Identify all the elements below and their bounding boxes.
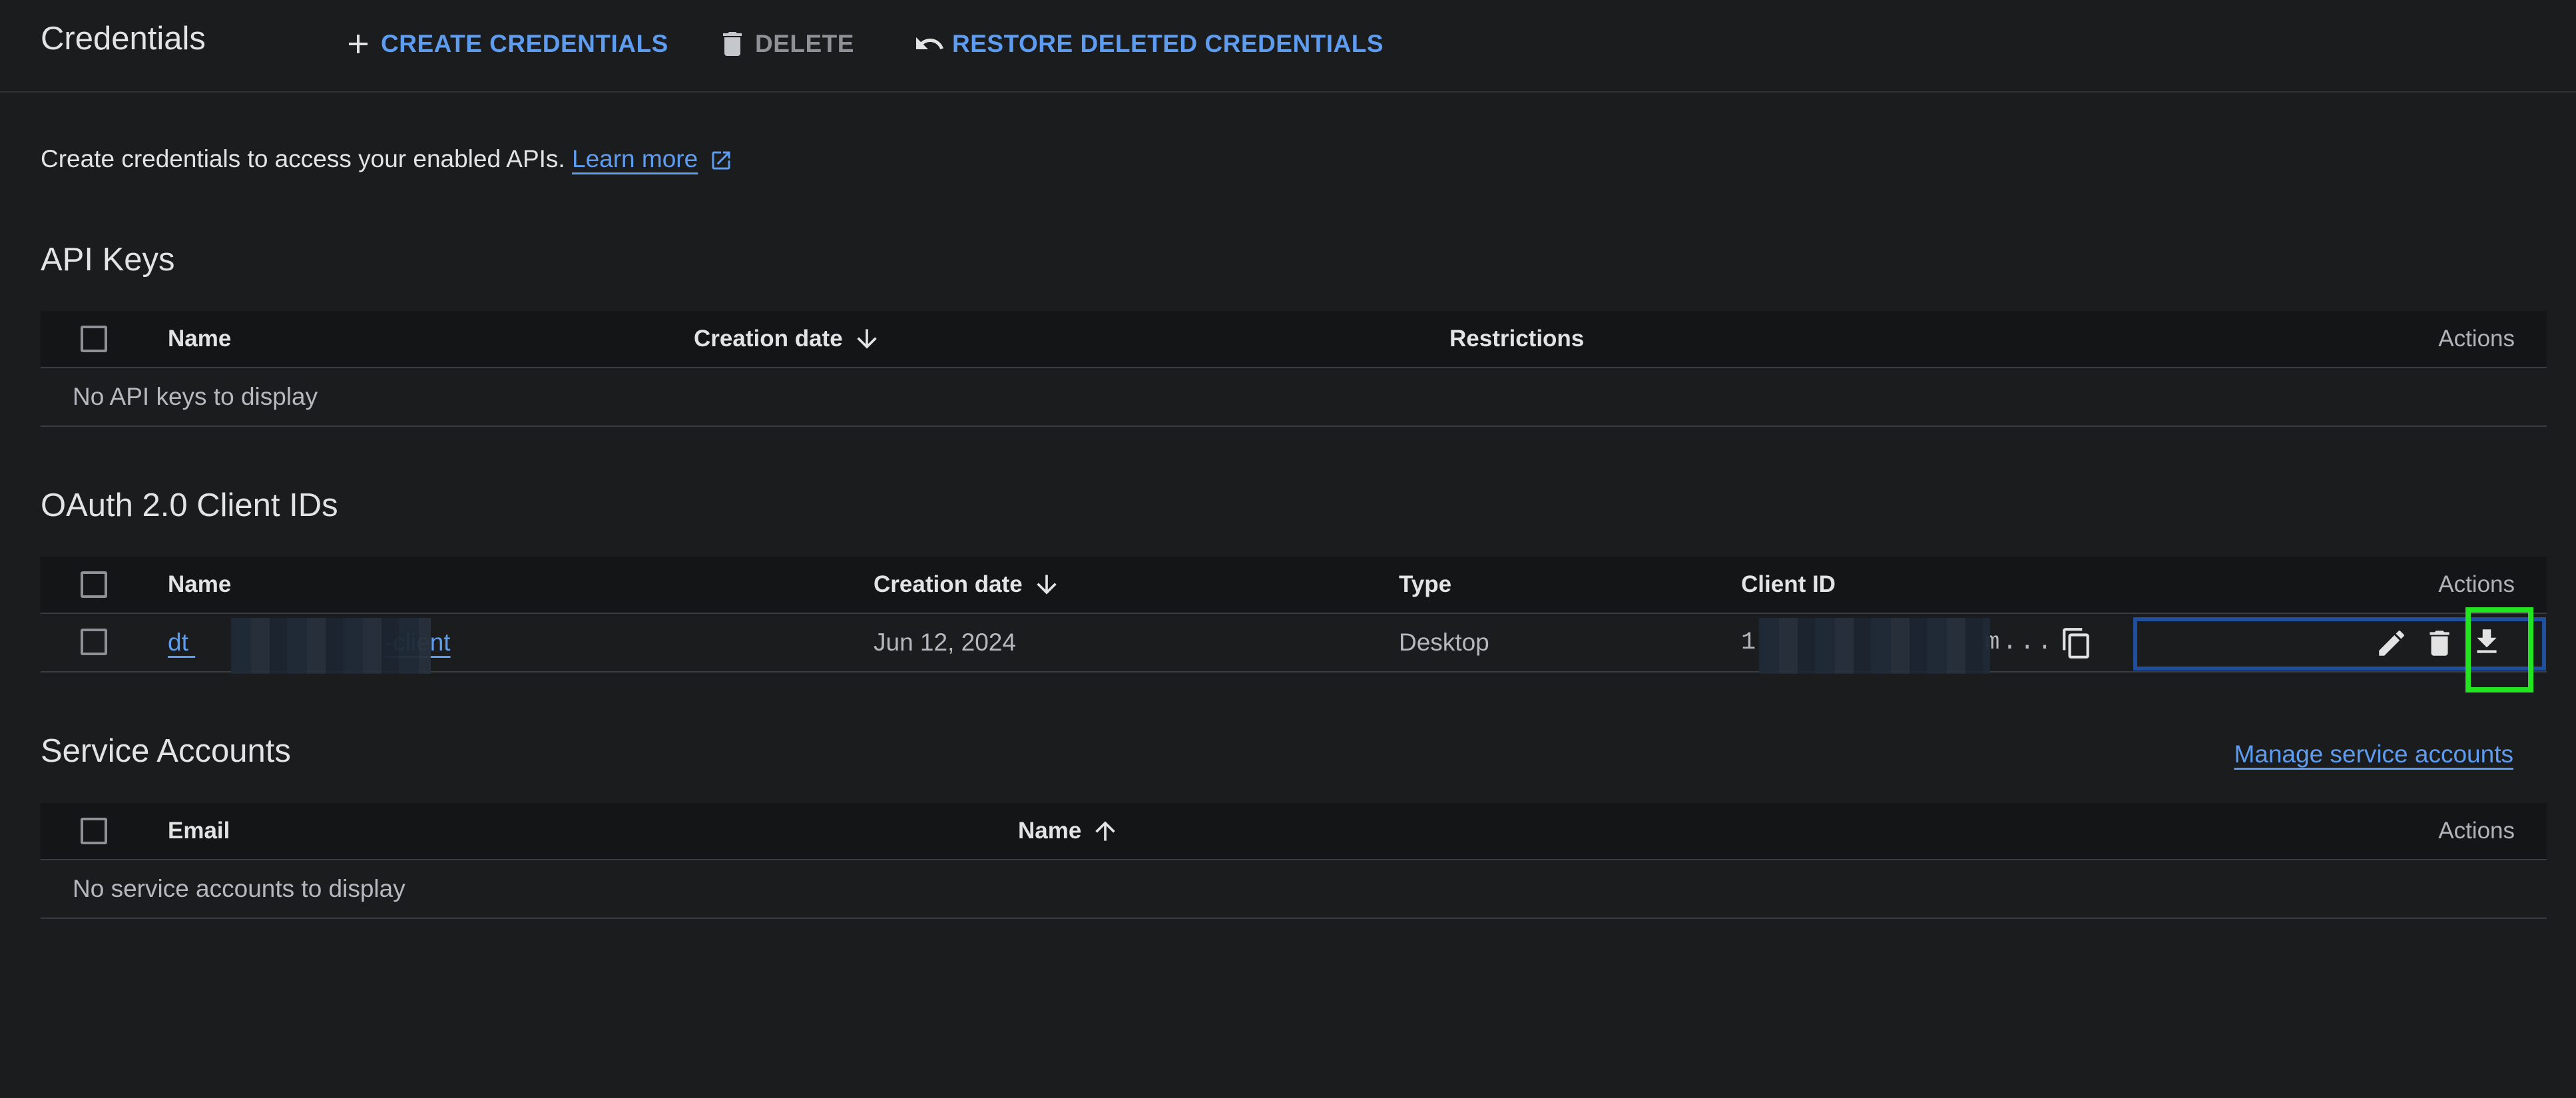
copy-icon — [2063, 628, 2089, 659]
download-highlight-box — [2465, 607, 2533, 692]
table-row: dt -client Jun 12, 2024 Desktop 1 m... — [41, 607, 2547, 692]
api-keys-title: API Keys — [41, 242, 175, 278]
column-name[interactable]: Name — [168, 311, 231, 367]
column-actions: Actions — [2438, 571, 2515, 597]
delete-row-button[interactable] — [2421, 625, 2458, 662]
creation-date-cell: Jun 12, 2024 — [874, 629, 1016, 656]
oauth-header-row: Name Creation date Type Client ID Action… — [41, 557, 2547, 614]
create-credentials-button[interactable]: CREATE CREDENTIALS — [342, 25, 668, 63]
arrow-down-icon — [1036, 575, 1057, 595]
intro-description: Create credentials to access your enable… — [41, 145, 565, 172]
service-accounts-title: Service Accounts — [41, 733, 291, 769]
undo-icon — [916, 37, 943, 49]
learn-more-link[interactable]: Learn more — [572, 145, 698, 172]
client-id-prefix: 1 — [1741, 629, 1759, 657]
arrow-up-icon — [1095, 821, 1115, 841]
oauth-table: Name Creation date Type Client ID Action… — [41, 557, 2547, 692]
arrow-down-icon — [856, 329, 877, 349]
api-keys-table: Name Creation date Restrictions Actions … — [41, 311, 2547, 427]
trash-icon — [2430, 631, 2449, 656]
empty-message: No API keys to display — [73, 383, 318, 410]
plus-icon — [349, 35, 368, 53]
column-type[interactable]: Type — [1399, 557, 1451, 613]
column-name[interactable]: Name — [168, 557, 231, 613]
column-client-id: Client ID — [1741, 571, 1836, 597]
column-creation-date-label: Creation date — [874, 571, 1023, 597]
service-accounts-select-all-checkbox[interactable] — [81, 818, 107, 844]
empty-message: No service accounts to display — [73, 875, 405, 902]
restore-label: RESTORE DELETED CREDENTIALS — [952, 30, 1384, 57]
redaction-blur — [231, 618, 431, 674]
oauth-select-all-checkbox[interactable] — [81, 571, 107, 598]
row-checkbox[interactable] — [81, 629, 107, 655]
column-creation-date-label: Creation date — [694, 326, 843, 352]
redaction-blur — [1759, 618, 1990, 674]
page-title: Credentials — [41, 21, 206, 57]
client-name-prefix: dt — [168, 629, 188, 656]
column-actions: Actions — [2438, 326, 2515, 352]
copy-client-id-button[interactable] — [2058, 625, 2095, 662]
service-accounts-table: Email Name Actions No service accounts t… — [41, 803, 2547, 919]
edit-button[interactable] — [2373, 625, 2410, 662]
api-keys-header-row: Name Creation date Restrictions Actions — [41, 311, 2547, 368]
trash-icon — [723, 32, 742, 56]
api-keys-empty-row: No API keys to display — [41, 368, 2547, 427]
external-link-icon[interactable] — [709, 148, 733, 172]
create-credentials-label: CREATE CREDENTIALS — [381, 30, 668, 57]
column-creation-date[interactable]: Creation date — [694, 311, 882, 367]
top-bar: Credentials CREATE CREDENTIALS DELETE RE… — [0, 0, 2576, 93]
column-creation-date[interactable]: Creation date — [874, 557, 1061, 613]
delete-button[interactable]: DELETE — [716, 25, 854, 63]
manage-service-accounts-link[interactable]: Manage service accounts — [2234, 740, 2513, 768]
api-keys-select-all-checkbox[interactable] — [81, 326, 107, 352]
column-name-label: Name — [1018, 818, 1082, 844]
client-id-suffix: m... — [1985, 629, 2055, 657]
column-email[interactable]: Email — [168, 803, 230, 859]
restore-deleted-credentials-button[interactable]: RESTORE DELETED CREDENTIALS — [913, 25, 1384, 63]
type-cell: Desktop — [1399, 629, 1489, 656]
intro-text: Create credentials to access your enable… — [41, 145, 733, 173]
column-restrictions: Restrictions — [1449, 326, 1585, 352]
edit-icon — [2379, 631, 2404, 656]
column-actions: Actions — [2438, 818, 2515, 844]
oauth-title: OAuth 2.0 Client IDs — [41, 487, 338, 523]
service-accounts-header-row: Email Name Actions — [41, 803, 2547, 860]
delete-label: DELETE — [755, 30, 854, 57]
service-accounts-empty-row: No service accounts to display — [41, 860, 2547, 919]
column-name[interactable]: Name — [1018, 803, 1120, 859]
